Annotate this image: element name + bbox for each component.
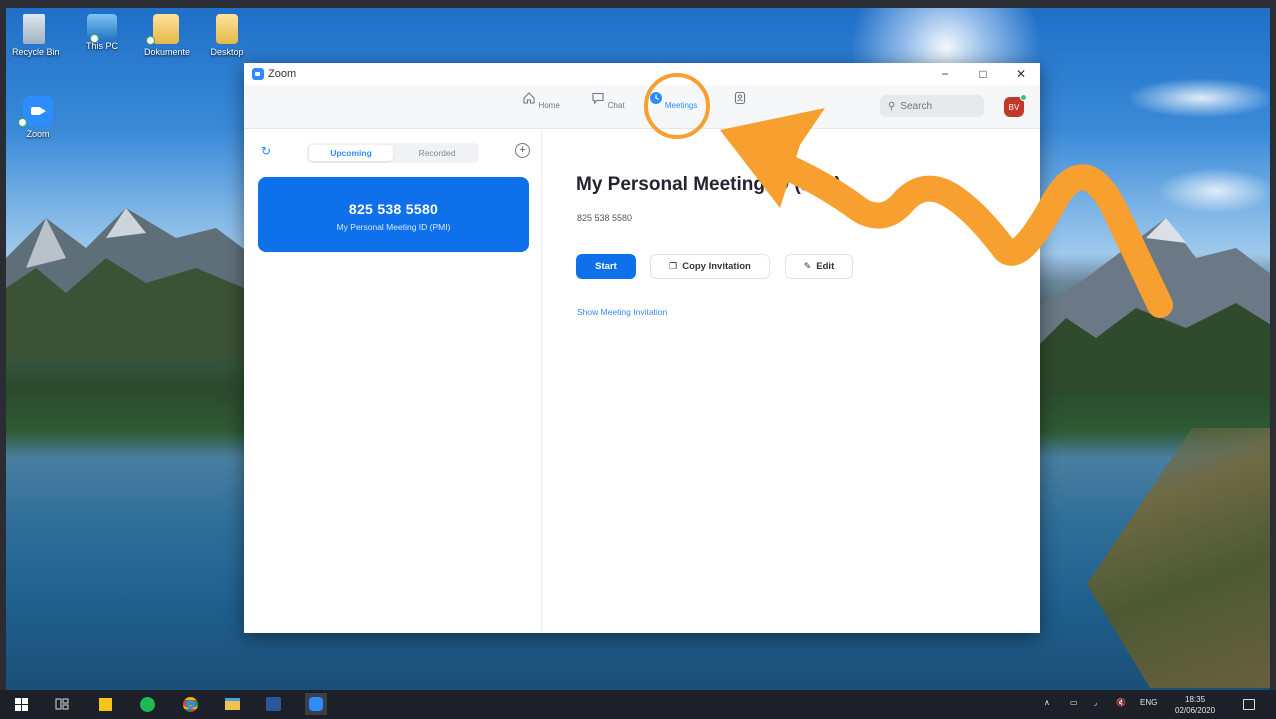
taskbar-app-chrome[interactable]: [181, 695, 199, 713]
add-meeting-button[interactable]: +: [515, 143, 530, 158]
input-language[interactable]: ENG: [1140, 698, 1157, 707]
taskbar-app-zoom[interactable]: [305, 693, 327, 715]
wifi-icon[interactable]: ◞: [1094, 698, 1097, 707]
taskbar-app-spotify[interactable]: [138, 695, 156, 713]
desktop-icon-label: Dokumente: [144, 47, 191, 57]
volume-muted-icon[interactable]: 🔇: [1116, 698, 1126, 707]
refresh-icon[interactable]: ↻: [261, 144, 271, 158]
copy-icon: ❐: [669, 261, 678, 271]
action-center-button[interactable]: [1240, 695, 1258, 713]
clock-date: 02/06/2020: [1175, 706, 1216, 715]
chrome-icon: [182, 696, 198, 712]
sync-check-icon: [90, 34, 99, 43]
window-title-bar[interactable]: Zoom − □ ✕: [244, 63, 1040, 85]
desktop-icon-label: Recycle Bin: [12, 47, 60, 57]
taskbar: ∧ ▭ ◞ 🔇 ENG 18:35 02/06/2020: [0, 690, 1276, 719]
start-menu-button[interactable]: [12, 695, 30, 713]
word-icon: [265, 697, 281, 711]
window-controls: − □ ✕: [926, 63, 1040, 85]
desktop-icon-label: This PC: [85, 41, 118, 51]
folder-icon: [216, 14, 238, 44]
folder-icon: [153, 14, 179, 44]
desktop-icon-label: Zoom: [26, 129, 50, 139]
meeting-card-id: 825 538 5580: [348, 201, 439, 217]
sync-check-icon: [18, 118, 27, 127]
spotify-icon: [139, 696, 155, 712]
zoom-logo-icon: [252, 68, 264, 80]
show-meeting-invitation-link[interactable]: Show Meeting Invitation: [577, 307, 667, 317]
meeting-card-pmi[interactable]: 825 538 5580 My Personal Meeting ID (PMI…: [258, 177, 529, 252]
sync-check-icon: [146, 36, 155, 45]
desktop-icon-zoom[interactable]: Zoom: [16, 96, 60, 139]
maximize-button[interactable]: □: [964, 63, 1002, 85]
wallpaper-mountains-left: [6, 208, 256, 358]
meetings-list-pane: ↻ Upcoming Recorded + 825 538 5580 My Pe…: [244, 130, 542, 633]
notification-icon: [1243, 698, 1255, 710]
home-icon: [523, 92, 535, 104]
minimize-button[interactable]: −: [926, 63, 964, 85]
tray-chevron-icon[interactable]: ∧: [1044, 698, 1050, 707]
chat-icon: [592, 92, 604, 105]
start-button-label: Start: [595, 261, 617, 272]
taskbar-app-sticky-notes[interactable]: [96, 695, 114, 713]
meeting-id-text: 825 538 5580: [577, 213, 633, 223]
wallpaper-lake-shore: [1087, 428, 1270, 688]
tab-upcoming[interactable]: Upcoming: [309, 145, 393, 161]
taskbar-app-file-explorer[interactable]: [223, 695, 241, 713]
start-button[interactable]: Start: [576, 254, 636, 279]
close-button[interactable]: ✕: [1002, 63, 1040, 85]
sticky-notes-icon: [98, 697, 112, 711]
recycle-bin-icon: [23, 14, 45, 44]
desktop-icon-recycle-bin[interactable]: Recycle Bin: [12, 14, 60, 57]
windows-logo-icon: [14, 697, 28, 711]
zoom-app-icon: [23, 96, 53, 126]
nav-chat-label: Chat: [607, 101, 625, 110]
system-clock[interactable]: 18:35 02/06/2020: [1175, 694, 1215, 716]
task-view-button[interactable]: [53, 695, 71, 713]
tab-recorded[interactable]: Recorded: [395, 143, 479, 163]
desktop-icon-desktop[interactable]: Desktop: [205, 14, 249, 57]
task-view-icon: [55, 698, 69, 710]
taskbar-app-word[interactable]: [264, 695, 282, 713]
desktop-icon-documents[interactable]: Dokumente: [144, 14, 191, 57]
screen-frame-right: [1270, 0, 1276, 690]
annotation-arrow: [720, 108, 1173, 318]
desktop-icon-label: Desktop: [210, 47, 244, 57]
nav-home[interactable]: Home: [516, 91, 566, 110]
meeting-card-subtitle: My Personal Meeting ID (PMI): [336, 222, 451, 232]
clock-time: 18:35: [1185, 695, 1206, 704]
zoom-taskbar-icon: [309, 697, 323, 711]
nav-home-label: Home: [538, 101, 560, 110]
battery-icon[interactable]: ▭: [1070, 698, 1078, 707]
desktop-icon-this-pc[interactable]: This PC: [80, 14, 124, 51]
file-explorer-icon: [224, 698, 240, 710]
meetings-tabs: Upcoming Recorded: [307, 143, 479, 163]
window-title: Zoom: [268, 68, 297, 80]
screen-frame-top: [0, 0, 1276, 8]
nav-chat[interactable]: Chat: [583, 91, 633, 110]
